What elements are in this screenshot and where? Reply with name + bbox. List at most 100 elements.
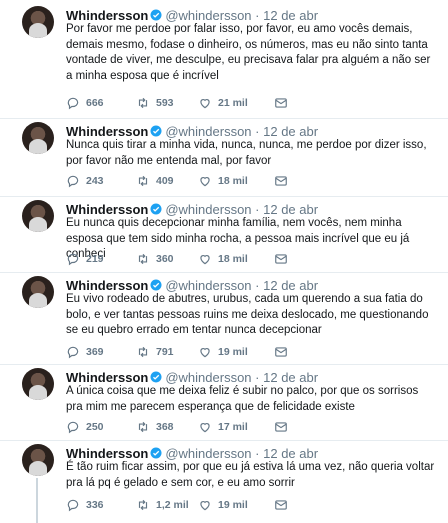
retweet-button[interactable]: 593: [136, 96, 174, 110]
avatar[interactable]: [22, 6, 54, 38]
divider: [0, 196, 448, 197]
reply-button[interactable]: 369: [66, 345, 104, 359]
separator: ·: [255, 446, 260, 461]
direct-message-icon: [275, 98, 287, 108]
verified-icon: [150, 125, 162, 137]
avatar[interactable]: [22, 122, 54, 154]
display-name[interactable]: Whindersson: [66, 8, 148, 23]
reply-icon: [67, 97, 79, 110]
retweet-icon: [138, 346, 148, 358]
like-button[interactable]: 17 mil: [198, 420, 248, 434]
divider: [0, 440, 448, 441]
like-button[interactable]: 19 mil: [198, 498, 248, 512]
reply-icon: [67, 175, 79, 188]
reply-button[interactable]: 219: [66, 252, 104, 266]
avatar[interactable]: [22, 368, 54, 400]
retweet-button[interactable]: 409: [136, 174, 174, 188]
tweet-date[interactable]: 12 de abr: [263, 446, 318, 461]
like-icon: [200, 348, 210, 358]
reply-count: 336: [86, 499, 104, 511]
tweet-date[interactable]: 12 de abr: [263, 202, 318, 217]
reply-icon: [67, 421, 79, 434]
like-icon: [200, 255, 210, 265]
reply-button[interactable]: 336: [66, 498, 104, 512]
separator: ·: [255, 124, 260, 139]
like-icon: [200, 177, 210, 187]
retweet-button[interactable]: 1,2 mil: [136, 498, 189, 512]
display-name[interactable]: Whindersson: [66, 370, 148, 385]
direct-message-button[interactable]: [274, 498, 288, 512]
handle[interactable]: @whindersson: [165, 202, 251, 217]
handle[interactable]: @whindersson: [165, 370, 251, 385]
avatar[interactable]: [22, 444, 54, 476]
tweet-text: Nunca quis tirar a minha vida, nunca, nu…: [66, 139, 427, 167]
display-name[interactable]: Whindersson: [66, 278, 148, 293]
retweet-count: 593: [156, 97, 174, 109]
reply-button[interactable]: 243: [66, 174, 104, 188]
direct-message-icon: [275, 176, 287, 186]
like-button[interactable]: 21 mil: [198, 96, 248, 110]
avatar[interactable]: [22, 200, 54, 232]
verified-icon: [150, 279, 162, 291]
display-name[interactable]: Whindersson: [66, 446, 148, 461]
like-count: 19 mil: [218, 346, 248, 358]
direct-message-button[interactable]: [274, 96, 288, 110]
tweet-date[interactable]: 12 de abr: [263, 8, 318, 23]
reply-icon: [67, 499, 79, 512]
tweet-date[interactable]: 12 de abr: [263, 370, 318, 385]
retweet-button[interactable]: 368: [136, 420, 174, 434]
handle[interactable]: @whindersson: [165, 278, 251, 293]
like-count: 17 mil: [218, 421, 248, 433]
retweet-icon: [138, 253, 148, 265]
tweet-actions: 336 1,2 mil 19 mil: [66, 498, 436, 514]
direct-message-button[interactable]: [274, 420, 288, 434]
tweet-text: Eu vivo rodeado de abutres, urubus, cada…: [66, 293, 429, 336]
avatar[interactable]: [22, 276, 54, 308]
like-button[interactable]: 18 mil: [198, 252, 248, 266]
reply-button[interactable]: 666: [66, 96, 104, 110]
separator: ·: [255, 8, 260, 23]
separator: ·: [255, 370, 260, 385]
verified-icon: [150, 371, 162, 383]
retweet-button[interactable]: 791: [136, 345, 174, 359]
retweet-count: 1,2 mil: [156, 499, 189, 511]
like-button[interactable]: 18 mil: [198, 174, 248, 188]
handle[interactable]: @whindersson: [165, 8, 251, 23]
like-count: 18 mil: [218, 253, 248, 265]
reply-icon: [67, 253, 79, 266]
reply-icon: [67, 346, 79, 359]
direct-message-icon: [275, 422, 287, 432]
like-count: 18 mil: [218, 175, 248, 187]
verified-icon: [150, 447, 162, 459]
separator: ·: [255, 202, 260, 217]
reply-count: 369: [86, 346, 104, 358]
reply-count: 250: [86, 421, 104, 433]
direct-message-icon: [275, 254, 287, 264]
handle[interactable]: @whindersson: [165, 124, 251, 139]
like-button[interactable]: 19 mil: [198, 345, 248, 359]
tweet-date[interactable]: 12 de abr: [263, 124, 318, 139]
tweet-actions: 250 368 17 mil: [66, 420, 436, 436]
display-name[interactable]: Whindersson: [66, 124, 148, 139]
reply-count: 666: [86, 97, 104, 109]
tweet-actions: 666 593 21 mil: [66, 96, 436, 112]
retweet-button[interactable]: 360: [136, 252, 174, 266]
direct-message-icon: [275, 347, 287, 357]
tweet-text: Por favor me perdoe por falar isso, por …: [66, 23, 431, 82]
direct-message-button[interactable]: [274, 174, 288, 188]
verified-icon: [150, 9, 162, 21]
display-name[interactable]: Whindersson: [66, 202, 148, 217]
reply-button[interactable]: 250: [66, 420, 104, 434]
direct-message-icon: [275, 500, 287, 510]
direct-message-button[interactable]: [274, 252, 288, 266]
retweet-count: 409: [156, 175, 174, 187]
tweet-text: A única coisa que me deixa feliz é subir…: [66, 385, 419, 413]
like-icon: [200, 99, 210, 109]
divider: [0, 118, 448, 119]
tweet-actions: 369 791 19 mil: [66, 345, 436, 361]
direct-message-button[interactable]: [274, 345, 288, 359]
reply-count: 243: [86, 175, 104, 187]
like-count: 19 mil: [218, 499, 248, 511]
tweet-date[interactable]: 12 de abr: [263, 278, 318, 293]
handle[interactable]: @whindersson: [165, 446, 251, 461]
